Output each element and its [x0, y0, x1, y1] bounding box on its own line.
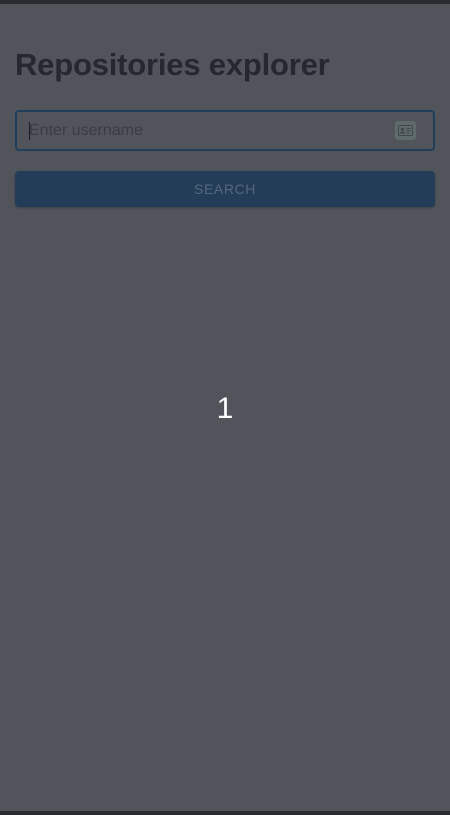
page-title: Repositories explorer — [15, 47, 330, 82]
username-input[interactable] — [29, 112, 389, 149]
username-search-field[interactable] — [15, 110, 435, 151]
search-button[interactable]: SEARCH — [15, 171, 435, 207]
contact-card-icon[interactable] — [395, 121, 416, 140]
app-screen: Repositories explorer SEARCH 1 — [0, 4, 450, 811]
text-caret — [29, 122, 30, 140]
bottom-edge-bar — [0, 811, 450, 815]
counter-text: 1 — [216, 392, 234, 425]
contact-card-icon-glyph — [398, 125, 413, 136]
